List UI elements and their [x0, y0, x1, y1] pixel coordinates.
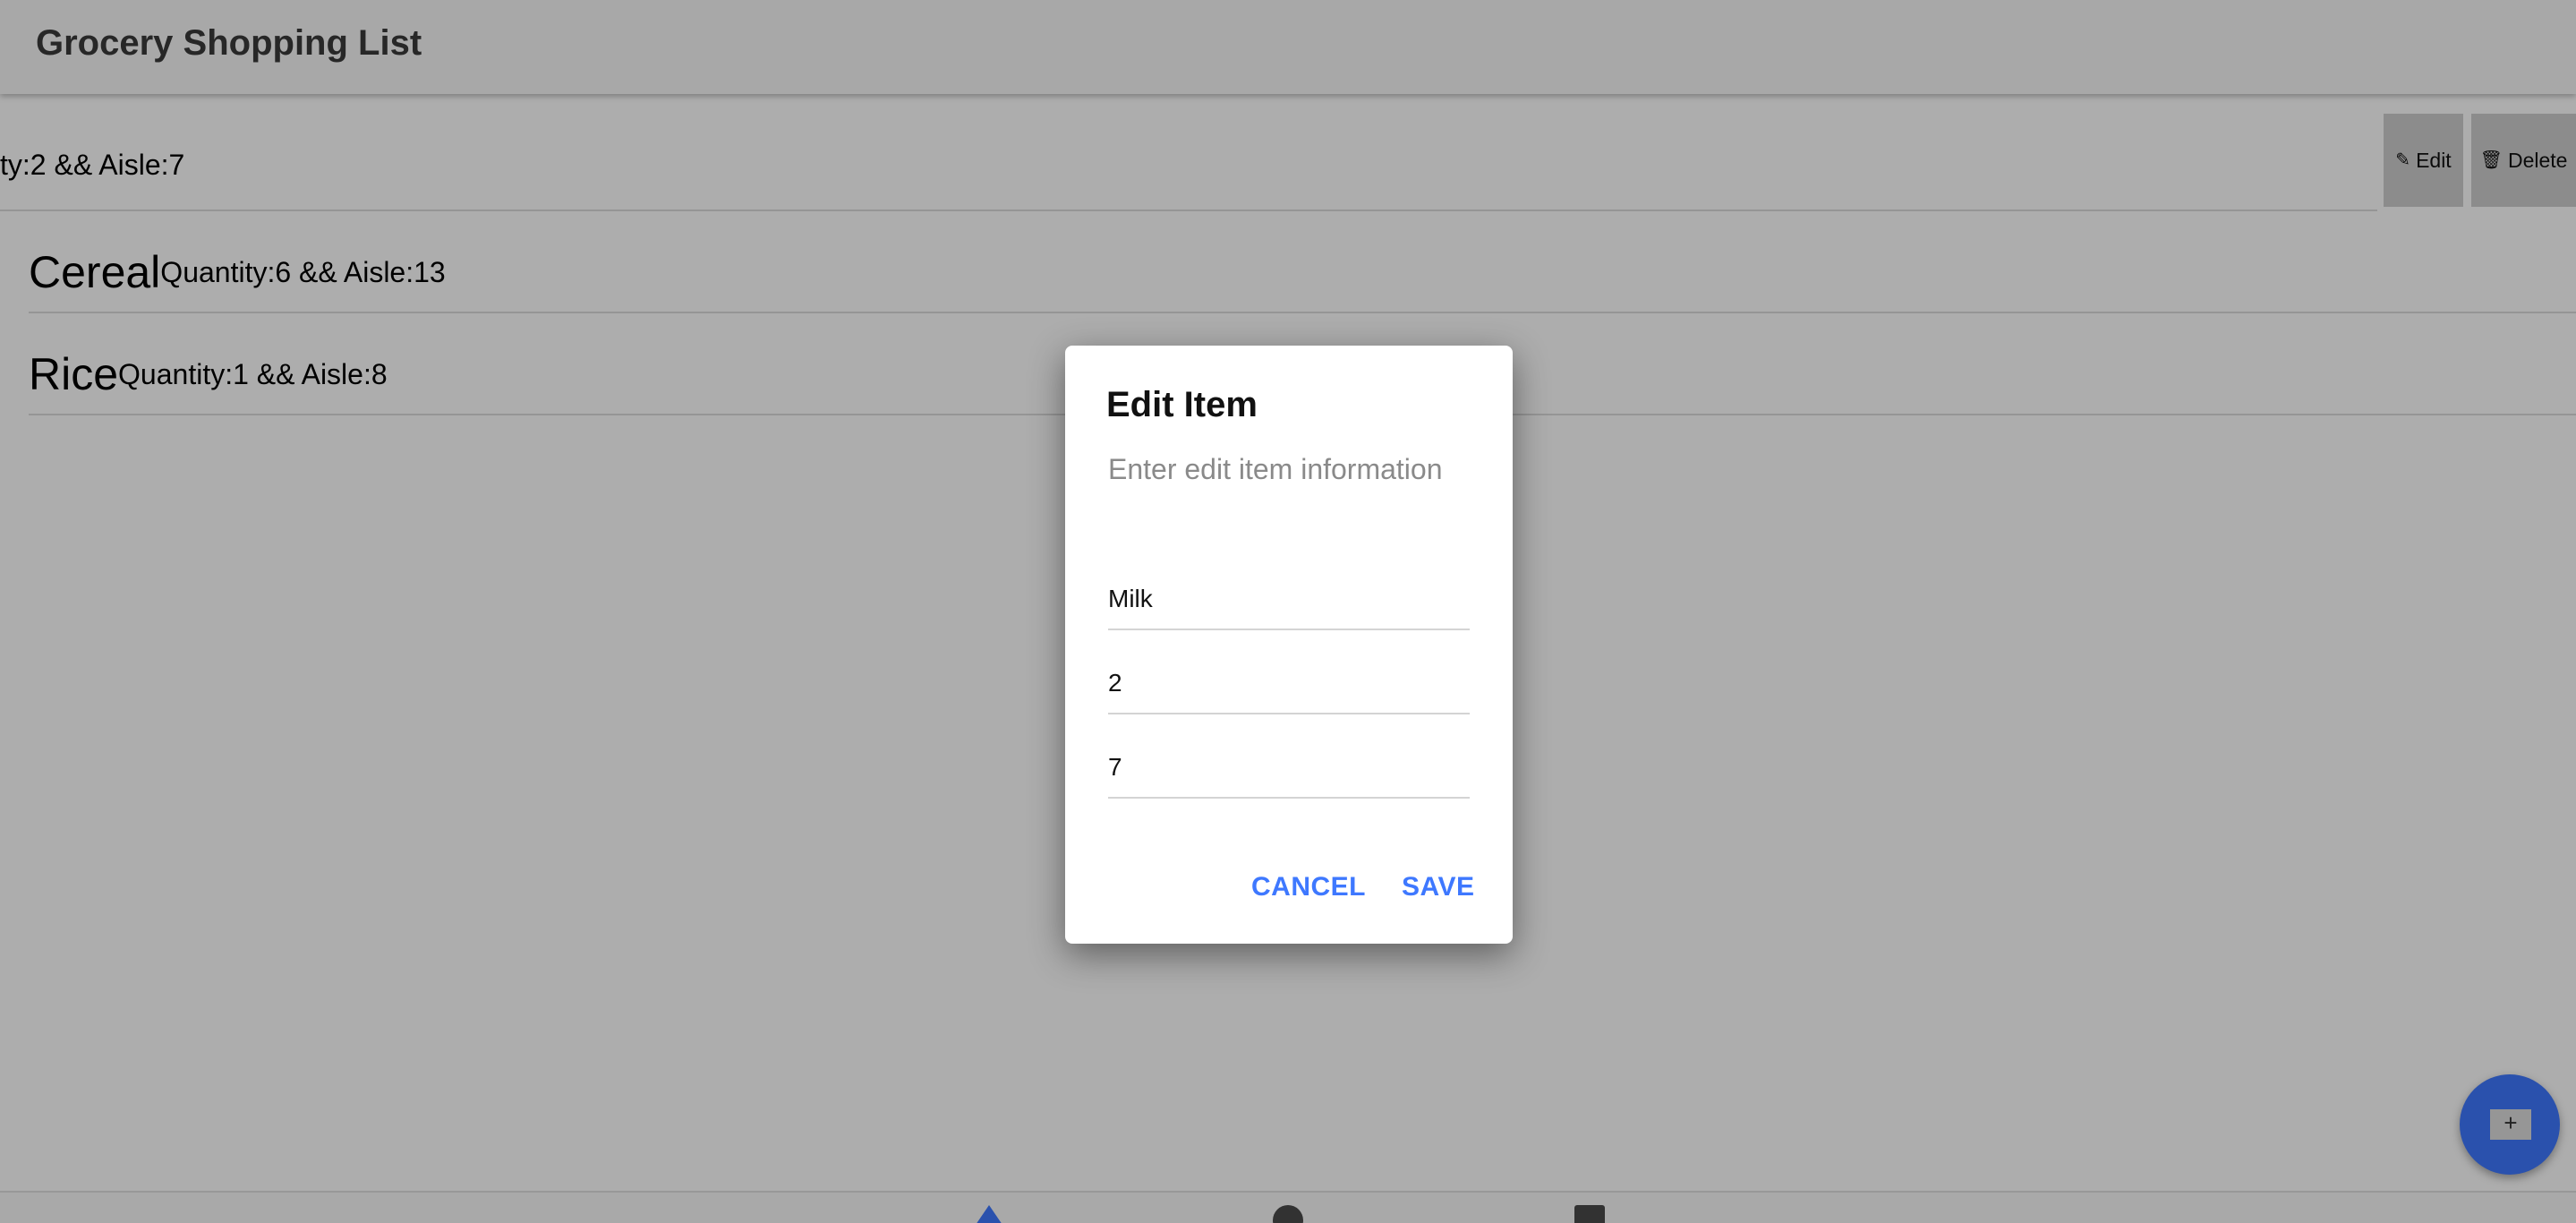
dialog-subtitle: Enter edit item information	[1108, 453, 1443, 485]
item-quantity-input[interactable]	[1108, 663, 1470, 704]
item-name-field	[1108, 571, 1470, 630]
cancel-button[interactable]: CANCEL	[1251, 872, 1366, 902]
item-quantity-field	[1108, 655, 1470, 714]
edit-item-dialog: Edit Item Enter edit item information CA…	[1065, 346, 1513, 944]
item-aisle-input[interactable]	[1108, 747, 1470, 788]
dialog-title: Edit Item	[1106, 385, 1258, 424]
app-root: Grocery Shopping List ty:2 && Aisle:7 ✎ …	[0, 0, 2576, 1223]
item-name-input[interactable]	[1108, 578, 1470, 620]
item-aisle-field	[1108, 740, 1470, 799]
save-button[interactable]: SAVE	[1402, 872, 1474, 902]
